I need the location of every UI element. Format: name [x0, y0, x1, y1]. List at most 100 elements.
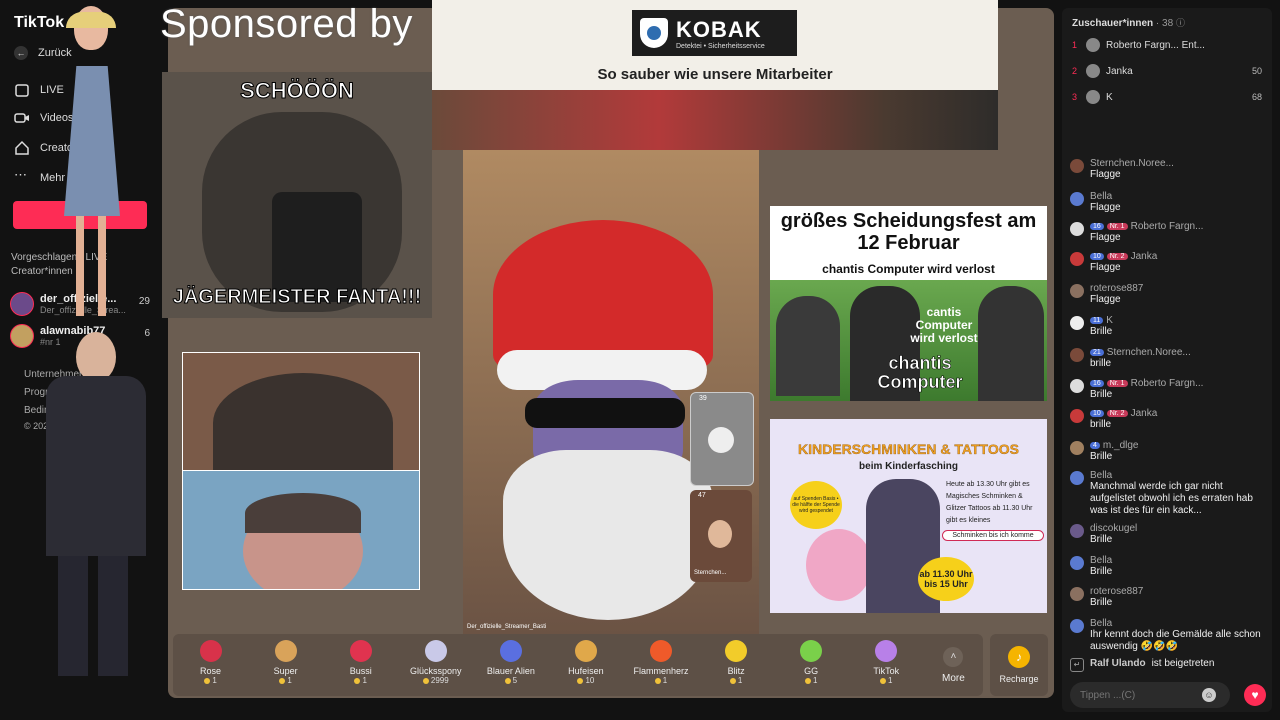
top-viewer-row[interactable]: 3 K 68 — [1072, 90, 1262, 104]
avatar[interactable] — [1070, 284, 1084, 298]
gift-name: Blauer Alien — [486, 666, 535, 676]
guest-video-hair[interactable] — [182, 352, 420, 471]
avatar[interactable] — [1070, 316, 1084, 330]
gift-gg[interactable]: GG 1 — [774, 634, 849, 696]
gift-price-value: 5 — [512, 676, 518, 685]
chat-username[interactable]: m._dlge — [1103, 440, 1139, 451]
avatar[interactable] — [1070, 556, 1084, 570]
like-heart-button[interactable]: ♥ — [1244, 684, 1266, 706]
avatar[interactable] — [1070, 619, 1084, 633]
scheidung-overlay: cantis Computer wird verlost — [910, 305, 978, 345]
avatar[interactable] — [1070, 379, 1084, 393]
sunglasses — [525, 398, 685, 428]
coin-icon — [279, 677, 286, 684]
avatar[interactable] — [1070, 222, 1084, 236]
chat-username[interactable]: Sternchen.Noree... — [1090, 158, 1174, 169]
gift-name: Bussi — [349, 666, 372, 676]
more-gifts-button[interactable]: ˄ More — [924, 634, 983, 696]
meme-panel[interactable]: SCHÖÖÖN JÄGERMEISTER FANTA!!! — [162, 72, 432, 318]
viewers-header-label: Zuschauer*innen — [1072, 18, 1154, 29]
avatar[interactable] — [1070, 441, 1084, 455]
gift-price: 1 — [354, 676, 367, 685]
chat-username[interactable]: Roberto Fargn... — [1131, 221, 1204, 232]
join-text: ist beigetreten — [1151, 658, 1215, 669]
kinderschminken-poster[interactable]: KINDERSCHMINKEN & TATTOOS beim Kinderfas… — [770, 419, 1047, 613]
chat-username[interactable]: Bella — [1090, 555, 1112, 566]
chat-username[interactable]: roterose887 — [1090, 283, 1143, 294]
chat-text: brille — [1090, 358, 1112, 369]
emoji-icon[interactable]: ☺ — [1202, 688, 1216, 702]
kobak-ad[interactable]: KOBAK Detektei • Sicherheitsservice So s… — [432, 0, 998, 150]
guest-tile-1[interactable]: 39 — [690, 392, 754, 486]
top-viewer-row[interactable]: 1 Roberto Fargn... Ent... — [1072, 38, 1262, 52]
chat-message: 4 m._dlge Brille — [1070, 440, 1266, 463]
guest-video-face[interactable] — [182, 470, 420, 590]
avatar[interactable] — [1070, 192, 1084, 206]
chat-username[interactable]: Bella — [1090, 618, 1112, 629]
chat-message: roterose887 Brille — [1070, 586, 1266, 609]
chat-username[interactable]: Roberto Fargn... — [1131, 378, 1204, 389]
chat-username[interactable]: Janka — [1131, 251, 1158, 262]
viewer-count: 38 — [1162, 18, 1174, 29]
chat-username[interactable]: Bella — [1090, 470, 1112, 481]
chat-input[interactable] — [1078, 688, 1202, 702]
avatar[interactable] — [1070, 252, 1084, 266]
top-viewer-name: Janka — [1106, 65, 1133, 77]
kinder-sub: beim Kinderfasching — [859, 461, 958, 472]
gift-blauer-alien[interactable]: Blauer Alien 5 — [473, 634, 548, 696]
avatar[interactable] — [1070, 587, 1084, 601]
chat-username-row: 11 K — [1090, 315, 1266, 326]
recharge-button[interactable]: ♪ Recharge — [990, 634, 1048, 696]
gift-price: 1 — [880, 676, 892, 685]
avatar[interactable] — [1070, 409, 1084, 423]
viewers-header[interactable]: Zuschauer*innen · 38 ⓘ — [1072, 16, 1185, 29]
chat-username[interactable]: Janka — [1131, 408, 1158, 419]
gift-rose[interactable]: Rose 1 — [173, 634, 248, 696]
gift-hufeisen[interactable]: Hufeisen 10 — [548, 634, 623, 696]
recharge-label: Recharge — [999, 674, 1039, 684]
chat-username[interactable]: discokugel — [1090, 523, 1137, 534]
avatar — [10, 292, 34, 316]
flame-heart-icon — [650, 640, 672, 662]
info-icon: ⓘ — [1175, 18, 1185, 28]
avatar[interactable] — [1070, 348, 1084, 362]
top-viewer-name: Roberto Fargn... Ent... — [1106, 39, 1205, 51]
coin-icon — [422, 677, 429, 684]
gift-blitz[interactable]: Blitz 1 — [699, 634, 774, 696]
chat-username-row: discokugel — [1090, 523, 1266, 534]
chat-username[interactable]: K — [1106, 315, 1113, 326]
chat-message: 16 Nr. 1 Roberto Fargn... Brille — [1070, 378, 1266, 401]
gift-name: Glücksspony — [410, 666, 462, 676]
chat-text: Brille — [1090, 326, 1113, 337]
left-sidebar: TikTok ← Zurück LIVE Videos Creator-Tool… — [0, 0, 160, 720]
chat-text: Brille — [1090, 597, 1113, 608]
avatar[interactable] — [1070, 159, 1084, 173]
chat-message: discokugel Brille — [1070, 523, 1266, 546]
gift-super[interactable]: Super 1 — [248, 634, 323, 696]
coin-icon — [804, 677, 811, 684]
gift-tiktok[interactable]: TikTok 1 — [849, 634, 924, 696]
more-label: More — [942, 672, 965, 684]
guest-tile-2[interactable]: 47 Sternchen... — [690, 490, 752, 582]
overlay-person-dress — [36, 6, 146, 326]
rank-number: 3 — [1072, 92, 1078, 102]
level-badge: 16 — [1090, 380, 1104, 387]
avatar[interactable] — [1070, 471, 1084, 485]
gift-gluecksspony[interactable]: Glücksspony 2999 — [398, 634, 473, 696]
chat-username[interactable]: Bella — [1090, 191, 1112, 202]
overlay-person-suit — [26, 332, 158, 688]
top-viewer-row[interactable]: 2 Janka 50 — [1072, 64, 1262, 78]
scheidungsfest-poster[interactable]: größes Scheidungsfest am 12 Februar chan… — [770, 206, 1047, 401]
gift-price-value: 1 — [812, 676, 818, 685]
avatar[interactable] — [1070, 524, 1084, 538]
chat-username[interactable]: Sternchen.Noree... — [1107, 347, 1191, 358]
gift-name: Flammenherz — [633, 666, 689, 676]
join-user: Ralf Ulando — [1090, 658, 1146, 669]
chat-text: Brille — [1090, 566, 1113, 577]
chat-text: Brille — [1090, 451, 1113, 462]
gift-price-value: 2999 — [430, 676, 449, 685]
chat-input-box[interactable]: ☺ — [1070, 682, 1230, 708]
gift-bussi[interactable]: Bussi 1 — [323, 634, 398, 696]
chat-username[interactable]: roterose887 — [1090, 586, 1143, 597]
gift-flammenherz[interactable]: Flammenherz 1 — [623, 634, 698, 696]
